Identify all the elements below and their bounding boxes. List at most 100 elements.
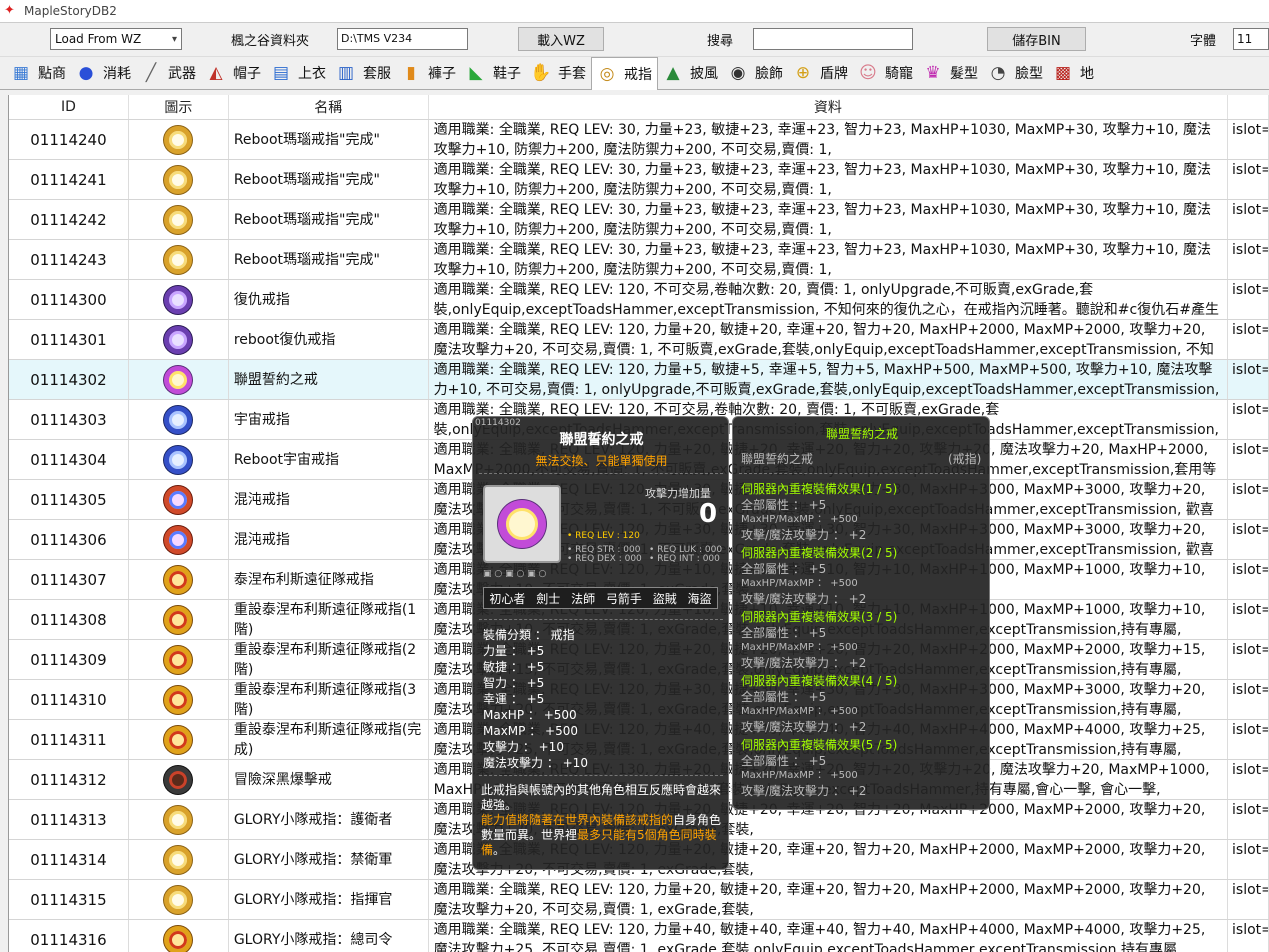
row-id: 01114309 — [9, 640, 129, 679]
row-icon-cell — [129, 680, 229, 719]
column-header-data[interactable]: 資料 — [429, 95, 1229, 119]
sword-icon: ╱ — [145, 63, 157, 83]
tab-label: 武器 — [168, 66, 196, 82]
set-effects-list: 伺服器內重複裝備效果(1 / 5) 全部屬性 ： +5 MaxHP/MaxMP ： … — [741, 481, 985, 801]
row-extra: islot=incST — [1228, 440, 1269, 479]
load-wz-button[interactable]: 載入WZ — [518, 27, 604, 51]
table-row[interactable]: 01114241 Reboot瑪瑙戒指"完成" 適用職業: 全職業, REQ LEV… — [9, 160, 1269, 200]
tooltip-item-id: 01114302 — [475, 418, 521, 428]
ring-icon — [164, 405, 193, 434]
tooltip-stat-line: 敏捷 ： +5 — [483, 660, 545, 674]
tab-label: 髮型 — [950, 66, 978, 82]
tab-shop[interactable]: ▦ 點商 — [6, 58, 71, 88]
row-id: 01114243 — [9, 240, 129, 279]
ring-icon — [164, 285, 193, 314]
row-id: 01114313 — [9, 800, 129, 839]
ring-icon — [164, 325, 193, 354]
set-effect-block: 伺服器內重複裝備效果(4 / 5) 全部屬性 ： +5 MaxHP/MaxMP ： … — [741, 673, 985, 735]
map-icon: ▩ — [1054, 63, 1072, 83]
row-name: Reboot瑪瑙戒指"完成" — [229, 160, 429, 199]
tab-face-accessory[interactable]: ◉ 臉飾 — [723, 58, 788, 88]
tab-shoes[interactable]: ◣ 鞋子 — [461, 58, 526, 88]
tab-shirt[interactable]: ▤ 上衣 — [266, 58, 331, 88]
row-icon-cell — [129, 560, 229, 599]
tab-hat[interactable]: ◭ 帽子 — [201, 58, 266, 88]
set-tooltip-item: 聯盟誓約之戒 — [741, 452, 814, 466]
row-icon-cell — [129, 880, 229, 919]
row-id: 01114314 — [9, 840, 129, 879]
row-extra: islot=incST — [1228, 600, 1269, 639]
tooltip-stat-line: MaxHP ： +500 — [483, 708, 577, 722]
row-id: 01114303 — [9, 400, 129, 439]
tooltip-desc-end: 。 — [493, 843, 506, 857]
row-id: 01114302 — [9, 360, 129, 399]
column-header-extra[interactable] — [1228, 95, 1269, 119]
tab-overall[interactable]: ▥ 套服 — [331, 58, 396, 88]
set-effect-line: MaxHP/MaxMP ： +500 — [741, 770, 858, 781]
row-id: 01114240 — [9, 120, 129, 159]
column-header-id[interactable]: ID — [9, 95, 129, 119]
table-row[interactable]: 01114302 聯盟誓約之戒 適用職業: 全職業, REQ LEV: 120, 力… — [9, 360, 1269, 400]
table-row[interactable]: 01114243 Reboot瑪瑙戒指"完成" 適用職業: 全職業, REQ LEV… — [9, 240, 1269, 280]
row-icon-cell — [129, 800, 229, 839]
save-bin-button[interactable]: 儲存BIN — [987, 27, 1086, 51]
row-extra: islot=incST — [1228, 720, 1269, 759]
set-effect-line: MaxHP/MaxMP ： +500 — [741, 578, 858, 589]
row-icon-cell — [129, 400, 229, 439]
row-extra: islot=incST — [1228, 560, 1269, 599]
tooltip-stat-line: MaxMP ： +500 — [483, 724, 578, 738]
font-size-input[interactable]: 11 — [1233, 28, 1269, 50]
hair-icon: ♛ — [925, 63, 941, 83]
tab-glove[interactable]: ✋ 手套 — [526, 58, 591, 88]
set-tooltip-title: 聯盟誓約之戒 — [825, 427, 898, 441]
tooltip-req-lev: • REQ LEV : 120 — [567, 531, 640, 541]
folder-path-input[interactable]: D:\TMS V234 — [337, 28, 468, 50]
search-input[interactable] — [753, 28, 913, 50]
tab-potion[interactable]: ● 消耗 — [71, 58, 136, 88]
ring-icon — [164, 845, 193, 874]
set-effect-block: 伺服器內重複裝備效果(2 / 5) 全部屬性 ： +5 MaxHP/MaxMP ： … — [741, 545, 985, 607]
column-header-name[interactable]: 名稱 — [229, 95, 429, 119]
row-data: 適用職業: 全職業, REQ LEV: 120, 力量+20, 敏捷+20, 幸… — [429, 320, 1229, 359]
category-tabs: ▦ 點商 ● 消耗 ╱ 武器 ◭ 帽子 ▤ 上衣 ▥ 套服 ▮ 褲子 ◣ 鞋子 ✋ 手套 ◎ 戒指 ▲ 披風 ◉ 臉飾 ⊕ 盾牌 ☺… — [0, 56, 1269, 90]
ring-icon — [164, 445, 193, 474]
tooltip-desc-orange: 能力值將隨著在世界內裝備該戒指的 — [481, 813, 674, 827]
tab-face[interactable]: ◔ 臉型 — [983, 58, 1048, 88]
table-row[interactable]: 01114240 Reboot瑪瑙戒指"完成" 適用職業: 全職業, REQ LEV… — [9, 120, 1269, 160]
tab-shield[interactable]: ⊕ 盾牌 — [788, 58, 853, 88]
tab-sword[interactable]: ╱ 武器 — [136, 58, 201, 88]
column-header-icon[interactable]: 圖示 — [129, 95, 229, 119]
row-extra: islot=incST — [1228, 840, 1269, 879]
load-source-combo[interactable]: Load From WZ ▾ — [50, 28, 182, 50]
row-extra: islot=incST — [1228, 280, 1269, 319]
row-icon-cell — [129, 440, 229, 479]
shirt-icon: ▤ — [272, 63, 290, 83]
tab-cape[interactable]: ▲ 披風 — [658, 58, 723, 88]
table-row[interactable]: 01114316 GLORY小隊戒指：總司令 適用職業: 全職業, REQ LEV:… — [9, 920, 1269, 952]
row-icon-cell — [129, 120, 229, 159]
row-extra: islot=incST — [1228, 880, 1269, 919]
tab-pants[interactable]: ▮ 褲子 — [396, 58, 461, 88]
folder-label: 楓之谷資料夾 — [231, 34, 310, 49]
tab-ring[interactable]: ◎ 戒指 — [591, 57, 658, 90]
table-row[interactable]: 01114315 GLORY小隊戒指：指揮官 適用職業: 全職業, REQ LEV:… — [9, 880, 1269, 920]
chevron-down-icon: ▾ — [171, 33, 177, 45]
set-effect-block: 伺服器內重複裝備效果(1 / 5) 全部屬性 ： +5 MaxHP/MaxMP ： … — [741, 481, 985, 543]
ring-icon — [164, 725, 193, 754]
row-icon-cell — [129, 640, 229, 679]
tab-label: 套服 — [363, 66, 391, 82]
row-id: 01114306 — [9, 520, 129, 559]
table-row[interactable]: 01114242 Reboot瑪瑙戒指"完成" 適用職業: 全職業, REQ LEV… — [9, 200, 1269, 240]
table-row[interactable]: 01114301 reboot復仇戒指 適用職業: 全職業, REQ LEV: 12… — [9, 320, 1269, 360]
set-effect-line: 攻擊/魔法攻擊力 ： +2 — [741, 656, 867, 670]
face-accessory-icon: ◉ — [730, 63, 746, 83]
row-name: Reboot瑪瑙戒指"完成" — [229, 240, 429, 279]
tab-map[interactable]: ▩ 地 — [1048, 58, 1099, 88]
tab-label: 臉飾 — [755, 66, 783, 82]
row-name: 重設泰涅布利斯遠征隊戒指(2階) — [229, 640, 429, 679]
font-label: 字體 — [1190, 34, 1217, 49]
tab-mount[interactable]: ☺ 騎寵 — [853, 58, 918, 88]
table-row[interactable]: 01114300 復仇戒指 適用職業: 全職業, REQ LEV: 120, 不可交… — [9, 280, 1269, 320]
set-effect-header: 伺服器內重複裝備效果(1 / 5) — [741, 482, 898, 496]
tab-hair[interactable]: ♛ 髮型 — [918, 58, 983, 88]
